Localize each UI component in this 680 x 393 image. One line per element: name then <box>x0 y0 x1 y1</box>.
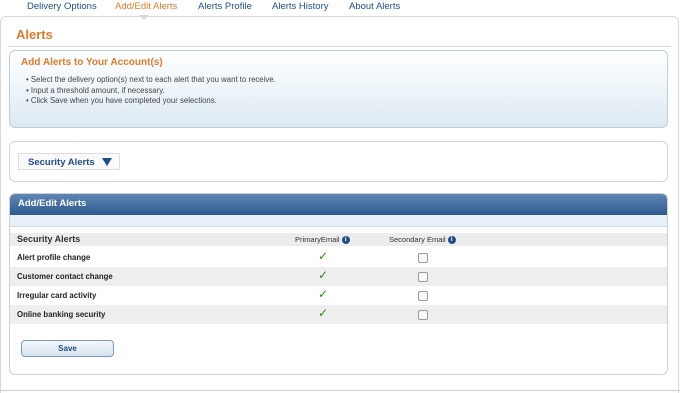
secondary-email-checkbox[interactable] <box>418 310 428 320</box>
triangle-down-icon <box>102 158 112 166</box>
instructions-list: Select the delivery option(s) next to ea… <box>26 75 276 107</box>
panel-header: Add/Edit Alerts <box>10 194 667 215</box>
active-tab-indicator-icon <box>139 15 149 20</box>
tab-about-alerts[interactable]: About Alerts <box>349 1 400 12</box>
instruction-item: Input a threshold amount, if necessary. <box>26 86 276 97</box>
instruction-item: Select the delivery option(s) next to ea… <box>26 75 276 86</box>
table-header: Security Alerts PrimaryEmail i Secondary … <box>10 233 667 246</box>
alert-name: Customer contact change <box>17 272 113 281</box>
info-icon[interactable]: i <box>447 236 456 245</box>
check-icon[interactable]: ✓ <box>318 306 328 320</box>
alert-name: Irregular card activity <box>17 291 97 300</box>
instructions-box: Add Alerts to Your Account(s) Select the… <box>9 50 668 128</box>
alert-category-dropdown[interactable]: Security Alerts <box>18 153 120 170</box>
column-header-primary-label: PrimaryEmail <box>295 235 340 244</box>
tab-alerts-profile[interactable]: Alerts Profile <box>198 1 252 12</box>
table-row: Customer contact change ✓ <box>10 267 667 286</box>
column-header-secondary-email: Secondary Email i <box>389 235 456 245</box>
column-header-primary-email: PrimaryEmail i <box>295 235 350 245</box>
page-title: Alerts <box>16 27 53 42</box>
add-edit-alerts-panel: Add/Edit Alerts Security Alerts PrimaryE… <box>9 193 668 375</box>
check-icon[interactable]: ✓ <box>318 287 328 301</box>
secondary-email-checkbox[interactable] <box>418 291 428 301</box>
check-icon[interactable]: ✓ <box>318 249 328 263</box>
dropdown-selected-value: Security Alerts <box>28 157 95 168</box>
panel-title: Add/Edit Alerts <box>18 198 87 209</box>
tab-alerts-history[interactable]: Alerts History <box>272 1 328 12</box>
table-row: Online banking security ✓ <box>10 305 667 324</box>
secondary-email-checkbox[interactable] <box>418 272 428 282</box>
title-divider <box>8 46 671 47</box>
secondary-email-checkbox[interactable] <box>418 253 428 263</box>
table-row: Alert profile change ✓ <box>10 248 667 267</box>
check-icon[interactable]: ✓ <box>318 268 328 282</box>
save-button[interactable]: Save <box>21 340 114 357</box>
column-header-secondary-label: Secondary Email <box>389 235 446 244</box>
footer-divider <box>0 390 680 391</box>
instruction-item: Click Save when you have completed your … <box>26 96 276 107</box>
instructions-title: Add Alerts to Your Account(s) <box>21 57 163 68</box>
panel-subheader <box>10 215 667 227</box>
top-navigation: Delivery Options Add/Edit Alerts Alerts … <box>0 0 680 16</box>
table-row: Irregular card activity ✓ <box>10 286 667 305</box>
alert-name: Online banking security <box>17 310 106 319</box>
tab-add-edit-alerts[interactable]: Add/Edit Alerts <box>115 1 177 12</box>
alert-name: Alert profile change <box>17 253 91 262</box>
info-icon[interactable]: i <box>341 236 350 245</box>
column-header-alert: Security Alerts <box>17 234 81 244</box>
category-selector-panel: Security Alerts <box>9 141 668 182</box>
tab-delivery-options[interactable]: Delivery Options <box>27 1 97 12</box>
